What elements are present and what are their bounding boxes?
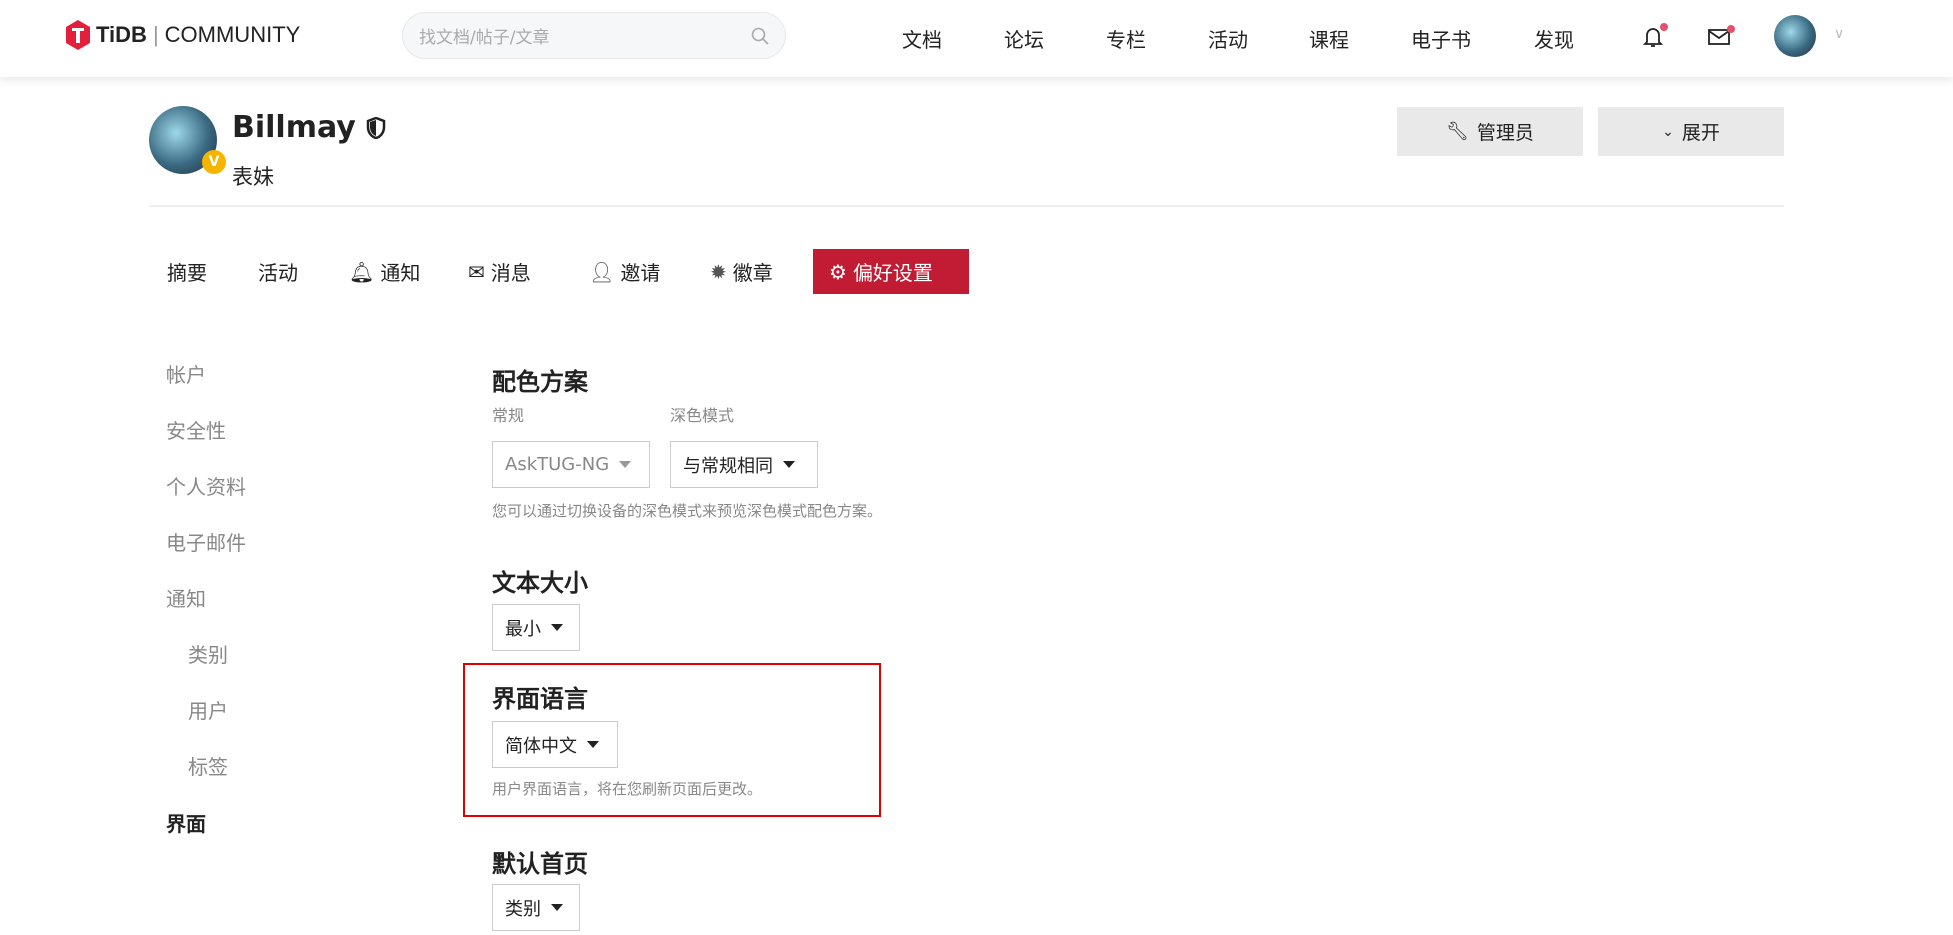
dark-scheme-select[interactable]: 与常规相同 <box>670 441 818 488</box>
logo-brand: TiDB <box>96 22 147 47</box>
nav-events[interactable]: 活动 <box>1208 24 1248 53</box>
user-plus-icon: 👤︎ <box>589 259 615 284</box>
tab-messages[interactable]: ✉︎ 消息 <box>468 249 531 294</box>
expand-label: 展开 <box>1681 122 1720 144</box>
select-value: 最小 <box>505 618 541 640</box>
homepage-select[interactable]: 类别 <box>492 884 580 931</box>
tab-label: 偏好设置 <box>852 261 933 285</box>
text-size-heading: 文本大小 <box>492 569 588 597</box>
profile-title: 表妹 <box>232 165 274 189</box>
admin-button[interactable]: 🔧︎ 管理员 <box>1397 107 1583 156</box>
nav-forum[interactable]: 论坛 <box>1004 24 1044 53</box>
badge-icon: ✹ <box>710 259 727 284</box>
tab-label: 摘要 <box>167 261 207 285</box>
regular-label: 常规 <box>492 406 525 425</box>
notifications-button[interactable] <box>1642 23 1668 48</box>
tab-notifications[interactable]: 🔔︎ 通知 <box>349 249 420 294</box>
chevron-down-icon[interactable]: ∨ <box>1834 26 1844 42</box>
tab-invites[interactable]: 👤︎ 邀请 <box>589 249 660 294</box>
search-input[interactable]: 找文档/帖子/文章 <box>402 12 786 59</box>
sidebar-item-account[interactable]: 帐户 <box>166 359 206 388</box>
dark-mode-label: 深色模式 <box>670 406 735 425</box>
tab-summary[interactable]: 摘要 <box>167 249 207 294</box>
select-value: 简体中文 <box>505 735 577 757</box>
tab-label: 通知 <box>380 261 421 285</box>
sidebar-item-tags[interactable]: 标签 <box>188 751 228 780</box>
tab-label: 消息 <box>490 261 531 285</box>
nav-courses[interactable]: 课程 <box>1309 24 1349 53</box>
nav-docs[interactable]: 文档 <box>902 24 942 53</box>
interface-language-heading: 界面语言 <box>492 685 588 713</box>
caret-down-icon <box>619 461 632 468</box>
language-help: 用户界面语言，将在您刷新页面后更改。 <box>492 780 763 798</box>
search-placeholder: 找文档/帖子/文章 <box>419 28 550 48</box>
sidebar-item-security[interactable]: 安全性 <box>166 415 226 444</box>
sidebar-item-notifications[interactable]: 通知 <box>166 583 206 612</box>
tab-preferences[interactable]: ⚙︎ 偏好设置 <box>813 249 969 294</box>
search-icon[interactable] <box>751 27 769 45</box>
sidebar-item-interface[interactable]: 界面 <box>166 808 206 837</box>
caret-down-icon <box>587 741 599 748</box>
gear-icon: ⚙︎ <box>829 259 847 284</box>
shield-icon <box>366 116 386 139</box>
sidebar-item-categories[interactable]: 类别 <box>188 639 228 668</box>
logo-text: COMMUNITY <box>164 22 301 47</box>
caret-down-icon <box>551 904 563 911</box>
nav-columns[interactable]: 专栏 <box>1106 24 1146 53</box>
tab-label: 活动 <box>258 261 298 285</box>
sidebar-item-users[interactable]: 用户 <box>188 695 228 724</box>
color-scheme-select[interactable]: AskTUG-NG <box>492 441 650 488</box>
bell-icon: 🔔︎ <box>349 259 375 284</box>
color-scheme-heading: 配色方案 <box>492 368 588 396</box>
sidebar-item-email[interactable]: 电子邮件 <box>166 527 246 556</box>
nav-ebooks[interactable]: 电子书 <box>1411 24 1471 53</box>
language-select[interactable]: 简体中文 <box>492 721 618 768</box>
color-scheme-help: 您可以通过切换设备的深色模式来预览深色模式配色方案。 <box>492 502 883 520</box>
tab-activity[interactable]: 活动 <box>258 249 298 294</box>
expand-button[interactable]: ⌄ 展开 <box>1598 107 1784 156</box>
select-value: 类别 <box>505 898 541 920</box>
tab-badges[interactable]: ✹ 徽章 <box>710 249 773 294</box>
nav-discover[interactable]: 发现 <box>1534 24 1574 53</box>
top-header: TiDB | COMMUNITY 找文档/帖子/文章 文档 论坛 专栏 活动 课程 … <box>0 0 1953 77</box>
double-chevron-down-icon: ⌄ <box>1662 123 1674 140</box>
tab-label: 徽章 <box>732 261 773 285</box>
text-size-select[interactable]: 最小 <box>492 604 580 651</box>
tidb-logo-icon <box>66 20 90 50</box>
tab-label: 邀请 <box>620 261 661 285</box>
admin-label: 管理员 <box>1476 122 1534 144</box>
divider <box>149 205 1784 207</box>
envelope-icon: ✉︎ <box>468 259 485 284</box>
user-avatar[interactable] <box>1774 15 1816 57</box>
default-homepage-heading: 默认首页 <box>492 850 588 878</box>
profile-username: Billmay <box>232 110 356 145</box>
tidb-logo[interactable]: TiDB | COMMUNITY <box>66 20 300 50</box>
select-value: 与常规相同 <box>683 455 773 477</box>
select-value: AskTUG-NG <box>505 454 610 475</box>
messages-button[interactable] <box>1708 25 1735 46</box>
caret-down-icon <box>551 624 563 631</box>
sidebar-item-profile[interactable]: 个人资料 <box>166 471 246 500</box>
wrench-icon: 🔧︎ <box>1446 121 1469 142</box>
caret-down-icon <box>783 461 795 468</box>
verified-badge: V <box>202 150 226 174</box>
